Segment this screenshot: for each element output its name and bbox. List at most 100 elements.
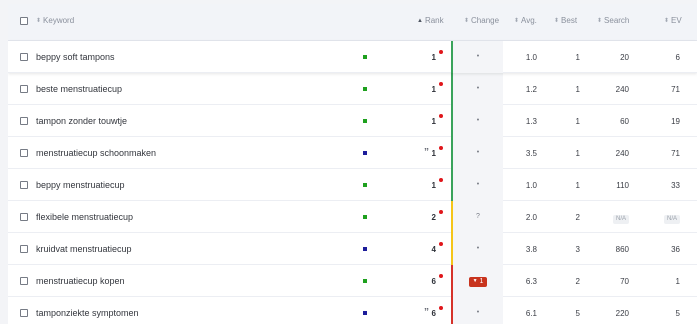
- column-header-ev-label: EV: [671, 16, 682, 25]
- row-checkbox[interactable]: [20, 149, 28, 157]
- keyword-text[interactable]: beppy soft tampons: [36, 52, 115, 62]
- sort-icon: ⬍: [597, 18, 603, 24]
- rank-value: 6: [431, 309, 436, 318]
- column-header-rank-label: Rank: [424, 16, 444, 25]
- table-row[interactable]: tampon zonder touwtje 1 • 1.3 1 60 19: [8, 105, 697, 137]
- change-value: ▼ 1: [453, 277, 503, 287]
- table-row[interactable]: beste menstruatiecup 1 • 1.2 1 240 71: [8, 73, 697, 105]
- select-all-checkbox[interactable]: [20, 17, 28, 25]
- keyword-text[interactable]: menstruatiecup kopen: [36, 276, 125, 286]
- search-value: 60: [620, 117, 629, 126]
- avg-value: 6.1: [525, 309, 537, 318]
- table-row[interactable]: beppy menstruatiecup 1 • 1.0 1 110 33: [8, 169, 697, 201]
- column-header-avg[interactable]: ⬍ Avg.: [514, 16, 537, 25]
- best-value: 2: [575, 213, 580, 222]
- table-row[interactable]: kruidvat menstruatiecup 4 • 3.8 3 860 36: [8, 233, 697, 265]
- avg-value: 2.0: [525, 213, 537, 222]
- column-header-best[interactable]: ⬍ Best: [554, 16, 577, 25]
- ev-value: 36: [671, 245, 680, 254]
- best-value: 1: [575, 149, 580, 158]
- rank-indicator-dot: [439, 274, 443, 278]
- sort-icon: ⬍: [554, 18, 560, 24]
- table-row[interactable]: menstruatiecup schoonmaken” 1 • 3.5 1 240 71: [8, 137, 697, 169]
- search-value: 20: [620, 53, 629, 62]
- green-square-icon: [363, 183, 367, 187]
- change-amount: 1: [479, 278, 484, 285]
- ev-value: 1: [675, 277, 680, 286]
- table-row[interactable]: flexibele menstruatiecup 2? 2.0 2 N/A N/A: [8, 201, 697, 233]
- keyword-text[interactable]: beste menstruatiecup: [36, 84, 122, 94]
- sort-icon: ⬍: [464, 18, 470, 24]
- best-value: 1: [575, 85, 580, 94]
- best-value: 3: [575, 245, 580, 254]
- avg-value: 3.5: [525, 149, 537, 158]
- sort-icon: ⬍: [664, 18, 670, 24]
- keyword-text[interactable]: flexibele menstruatiecup: [36, 212, 133, 222]
- sort-ascending-icon: ▲: [417, 18, 423, 24]
- rank-value: 1: [431, 53, 436, 62]
- keyword-text[interactable]: beppy menstruatiecup: [36, 180, 125, 190]
- column-header-search-label: Search: [604, 16, 630, 25]
- row-checkbox[interactable]: [20, 117, 28, 125]
- blue-square-icon: [363, 311, 367, 315]
- row-checkbox[interactable]: [20, 245, 28, 253]
- search-value: 240: [615, 85, 629, 94]
- keyword-text[interactable]: menstruatiecup schoonmaken: [36, 148, 156, 158]
- change-value: •: [476, 117, 480, 124]
- green-square-icon: [363, 55, 367, 59]
- row-checkbox[interactable]: [20, 309, 28, 317]
- column-header-rank[interactable]: ▲ Rank: [417, 16, 444, 25]
- change-value: ?: [476, 213, 480, 220]
- sort-icon: ⬍: [36, 18, 42, 24]
- keyword-text[interactable]: tamponziekte symptomen: [36, 308, 139, 318]
- best-value: 1: [575, 117, 580, 126]
- rank-indicator-dot: [439, 242, 443, 246]
- search-value: 110: [616, 181, 629, 190]
- rank-indicator-dot: [439, 146, 443, 150]
- column-header-keyword-label: Keyword: [43, 16, 75, 25]
- avg-value: 1.0: [525, 181, 537, 190]
- change-value: •: [476, 53, 480, 60]
- keyword-text[interactable]: tampon zonder touwtje: [36, 116, 127, 126]
- rank-indicator-dot: [439, 210, 443, 214]
- rank-indicator-dot: [439, 50, 443, 54]
- avg-value: 1.0: [525, 53, 537, 62]
- sort-icon: ⬍: [514, 18, 520, 24]
- green-square-icon: [363, 119, 367, 123]
- row-checkbox[interactable]: [20, 213, 28, 221]
- column-header-keyword[interactable]: ⬍ Keyword: [36, 16, 74, 25]
- column-header-avg-label: Avg.: [521, 16, 537, 25]
- avg-value: 1.3: [525, 117, 537, 126]
- row-checkbox[interactable]: [20, 277, 28, 285]
- arrow-down-icon: ▼: [472, 278, 478, 284]
- ev-value: 71: [671, 149, 680, 158]
- green-square-icon: [363, 279, 367, 283]
- table-row[interactable]: beppy soft tampons 1 • 1.0 1 20 6: [8, 41, 697, 73]
- rank-indicator-dot: [439, 306, 443, 310]
- row-checkbox[interactable]: [20, 181, 28, 189]
- change-value: •: [476, 85, 480, 92]
- ev-value: 33: [671, 181, 680, 190]
- table-row[interactable]: tamponziekte symptomen” 6 • 6.1 5 220 5: [8, 297, 697, 324]
- avg-value: 3.8: [525, 245, 537, 254]
- search-value: N/A: [588, 213, 629, 224]
- rank-value: 6: [431, 277, 436, 286]
- rank-indicator-dot: [439, 114, 443, 118]
- ev-value: 19: [671, 117, 680, 126]
- column-header-search[interactable]: ⬍ Search: [597, 16, 629, 25]
- rank-value: 4: [431, 245, 436, 254]
- table-row[interactable]: menstruatiecup kopen 6 ▼ 1 6.3 2 70 1: [8, 265, 697, 297]
- best-value: 1: [575, 53, 580, 62]
- search-value: 860: [615, 245, 629, 254]
- best-value: 2: [575, 277, 580, 286]
- rank-value: 1: [431, 117, 436, 126]
- keyword-text[interactable]: kruidvat menstruatiecup: [36, 244, 132, 254]
- row-checkbox[interactable]: [20, 53, 28, 61]
- column-header-change[interactable]: ⬍ Change: [464, 16, 499, 25]
- row-checkbox[interactable]: [20, 85, 28, 93]
- ev-value: N/A: [648, 213, 680, 224]
- change-value: •: [476, 149, 480, 156]
- column-header-ev[interactable]: ⬍ EV: [664, 16, 682, 25]
- change-value: •: [476, 181, 480, 188]
- blue-square-icon: [363, 247, 367, 251]
